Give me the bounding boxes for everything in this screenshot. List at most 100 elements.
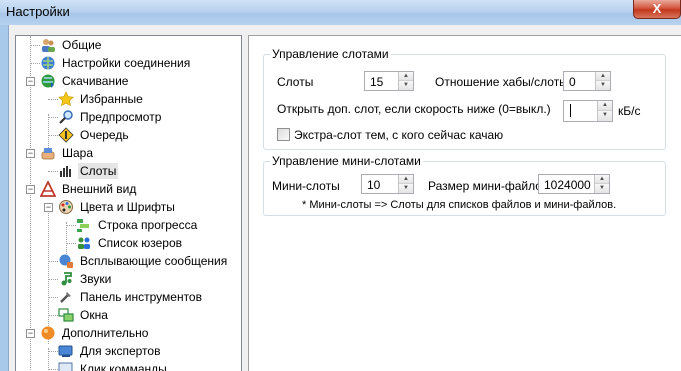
tree-item-label: Цвета и Шрифты xyxy=(80,200,175,214)
minifile-size-label: Размер мини-файлов xyxy=(428,179,549,193)
spin-up-button[interactable]: ▲ xyxy=(596,72,610,81)
slots-group-legend: Управление слотами xyxy=(270,47,391,61)
tree-item-label: Всплывающие сообщения xyxy=(80,254,228,268)
close-icon: X xyxy=(652,1,662,16)
tree-item-experts[interactable]: Для экспертов xyxy=(58,342,162,360)
tree-item-windows[interactable]: Окна xyxy=(58,306,110,324)
tree-item-label: Строка прогресса xyxy=(98,218,198,232)
extra-slot-speed-spinner[interactable]: ▲ ▼ xyxy=(563,100,613,122)
tree-item-label: Слоты xyxy=(78,163,119,179)
tree-item-colors-fonts[interactable]: Цвета и Шрифты xyxy=(58,198,177,216)
tree-item-sounds[interactable]: Звуки xyxy=(58,270,113,288)
toolbar-icon xyxy=(60,292,71,303)
tree-item-general[interactable]: Общие xyxy=(40,36,103,54)
expander-share[interactable]: − xyxy=(26,149,35,158)
tree-item-label: Предпросмотр xyxy=(80,110,162,124)
tree-item-label: Скачивание xyxy=(62,74,129,88)
expander-advanced[interactable]: − xyxy=(26,329,35,338)
dialog-client-area: − − − − − Общие Настройки соединения Ска… xyxy=(8,25,681,371)
progress-icon xyxy=(77,219,89,232)
slots-spinner[interactable]: 15 ▲ ▼ xyxy=(364,71,414,91)
tree-item-connection[interactable]: Настройки соединения xyxy=(40,54,192,72)
extra-slot-checkbox[interactable] xyxy=(277,128,290,141)
tree-item-appearance[interactable]: Внешний вид xyxy=(40,180,138,198)
tree-item-label: Окна xyxy=(80,308,108,322)
popup-icon xyxy=(59,254,73,268)
minifile-size-spinner[interactable]: 1024000 ▲ ▼ xyxy=(538,174,610,194)
advanced-icon xyxy=(41,326,55,340)
spin-down-button[interactable]: ▼ xyxy=(598,111,612,121)
expert-icon xyxy=(58,345,73,357)
tree-item-label: Дополнительно xyxy=(62,326,149,340)
slots-bars-icon xyxy=(60,166,71,177)
expander-appearance[interactable]: − xyxy=(26,185,35,194)
tree-item-toolbar[interactable]: Панель инструментов xyxy=(58,288,204,306)
minislots-group-legend: Управление мини-слотами xyxy=(270,154,423,168)
expander-download[interactable]: − xyxy=(26,77,35,86)
tree-item-label: Шара xyxy=(62,146,94,160)
star-icon xyxy=(58,91,74,107)
minislots-spinner[interactable]: 10 ▲ ▼ xyxy=(361,174,414,194)
slots-value: 15 xyxy=(370,75,384,89)
spin-up-button[interactable]: ▲ xyxy=(595,175,609,184)
tree-item-label: Настройки соединения xyxy=(62,56,191,70)
tree-item-click-commands[interactable]: Клик комманды xyxy=(58,360,169,371)
tree-item-label: Список юзеров xyxy=(98,236,183,250)
click-command-icon xyxy=(58,362,73,371)
minislots-value: 10 xyxy=(367,178,381,192)
settings-tree[interactable]: − − − − − Общие Настройки соединения Ска… xyxy=(15,35,242,371)
extra-slot-speed-unit: кБ/с xyxy=(618,104,641,118)
spin-down-button[interactable]: ▼ xyxy=(595,184,609,193)
hub-slot-ratio-value: 0 xyxy=(569,75,576,89)
tree-item-user-list[interactable]: Список юзеров xyxy=(76,234,184,252)
appearance-icon xyxy=(40,181,56,197)
window-title: Настройки xyxy=(6,4,70,19)
spin-up-button[interactable]: ▲ xyxy=(399,175,413,184)
slots-label: Слоты xyxy=(277,75,314,89)
extra-slot-checkbox-label[interactable]: Экстра-слот тем, с кого сейчас качаю xyxy=(294,128,503,142)
windows-icon xyxy=(58,308,74,322)
network-globe-icon xyxy=(41,56,55,70)
tree-item-label: Для экспертов xyxy=(80,344,161,358)
spin-down-button[interactable]: ▼ xyxy=(596,81,610,90)
tree-item-download[interactable]: Скачивание xyxy=(40,72,130,90)
minislots-group: Управление мини-слотами Мини-слоты 10 ▲ … xyxy=(263,154,666,216)
tree-item-advanced[interactable]: Дополнительно xyxy=(40,324,150,342)
queue-sign-icon xyxy=(58,127,74,143)
share-hand-icon xyxy=(41,148,55,160)
music-note-icon xyxy=(61,272,72,286)
spin-down-button[interactable]: ▼ xyxy=(399,184,413,193)
users-icon xyxy=(42,39,55,52)
spin-up-button[interactable]: ▲ xyxy=(399,72,413,81)
close-button[interactable]: X xyxy=(633,0,681,19)
minislots-label: Мини-слоты xyxy=(272,179,340,193)
tree-item-label: Клик комманды xyxy=(80,362,167,371)
tree-item-progress-bar[interactable]: Строка прогресса xyxy=(76,216,199,234)
minifile-size-value: 1024000 xyxy=(544,178,591,192)
hub-slot-ratio-label: Отношение хабы/слоты xyxy=(435,75,568,89)
tree-item-favorites[interactable]: Избранные xyxy=(58,90,145,108)
tree-item-popups[interactable]: Всплывающие сообщения xyxy=(58,252,229,270)
text-caret xyxy=(570,104,571,117)
magnifier-icon xyxy=(59,110,73,124)
spin-down-button[interactable]: ▼ xyxy=(399,81,413,90)
hub-slot-ratio-spinner[interactable]: 0 ▲ ▼ xyxy=(563,71,611,91)
tree-item-share[interactable]: Шара xyxy=(40,144,95,162)
tree-item-label: Общие xyxy=(62,38,102,52)
tree-item-label: Панель инструментов xyxy=(80,290,202,304)
tree-item-label: Звуки xyxy=(80,272,112,286)
extra-slot-speed-label: Открыть доп. слот, если скорость ниже (0… xyxy=(277,102,551,116)
download-globe-icon xyxy=(41,74,55,88)
user-list-icon xyxy=(78,237,90,249)
tree-item-label: Внешний вид xyxy=(62,182,137,196)
expander-colors[interactable]: − xyxy=(44,203,53,212)
spin-up-button[interactable]: ▲ xyxy=(598,101,612,111)
tree-item-label: Избранные xyxy=(80,92,143,106)
settings-page-slots: Управление слотами Слоты 15 ▲ ▼ Отношени… xyxy=(248,35,681,371)
tree-item-preview[interactable]: Предпросмотр xyxy=(58,108,163,126)
tree-item-queue[interactable]: Очередь xyxy=(58,126,131,144)
minislots-note: * Мини-слоты => Слоты для списков файлов… xyxy=(302,199,617,211)
tree-item-slots[interactable]: Слоты xyxy=(58,162,119,180)
palette-icon xyxy=(59,200,73,214)
tree-item-label: Очередь xyxy=(80,128,129,142)
